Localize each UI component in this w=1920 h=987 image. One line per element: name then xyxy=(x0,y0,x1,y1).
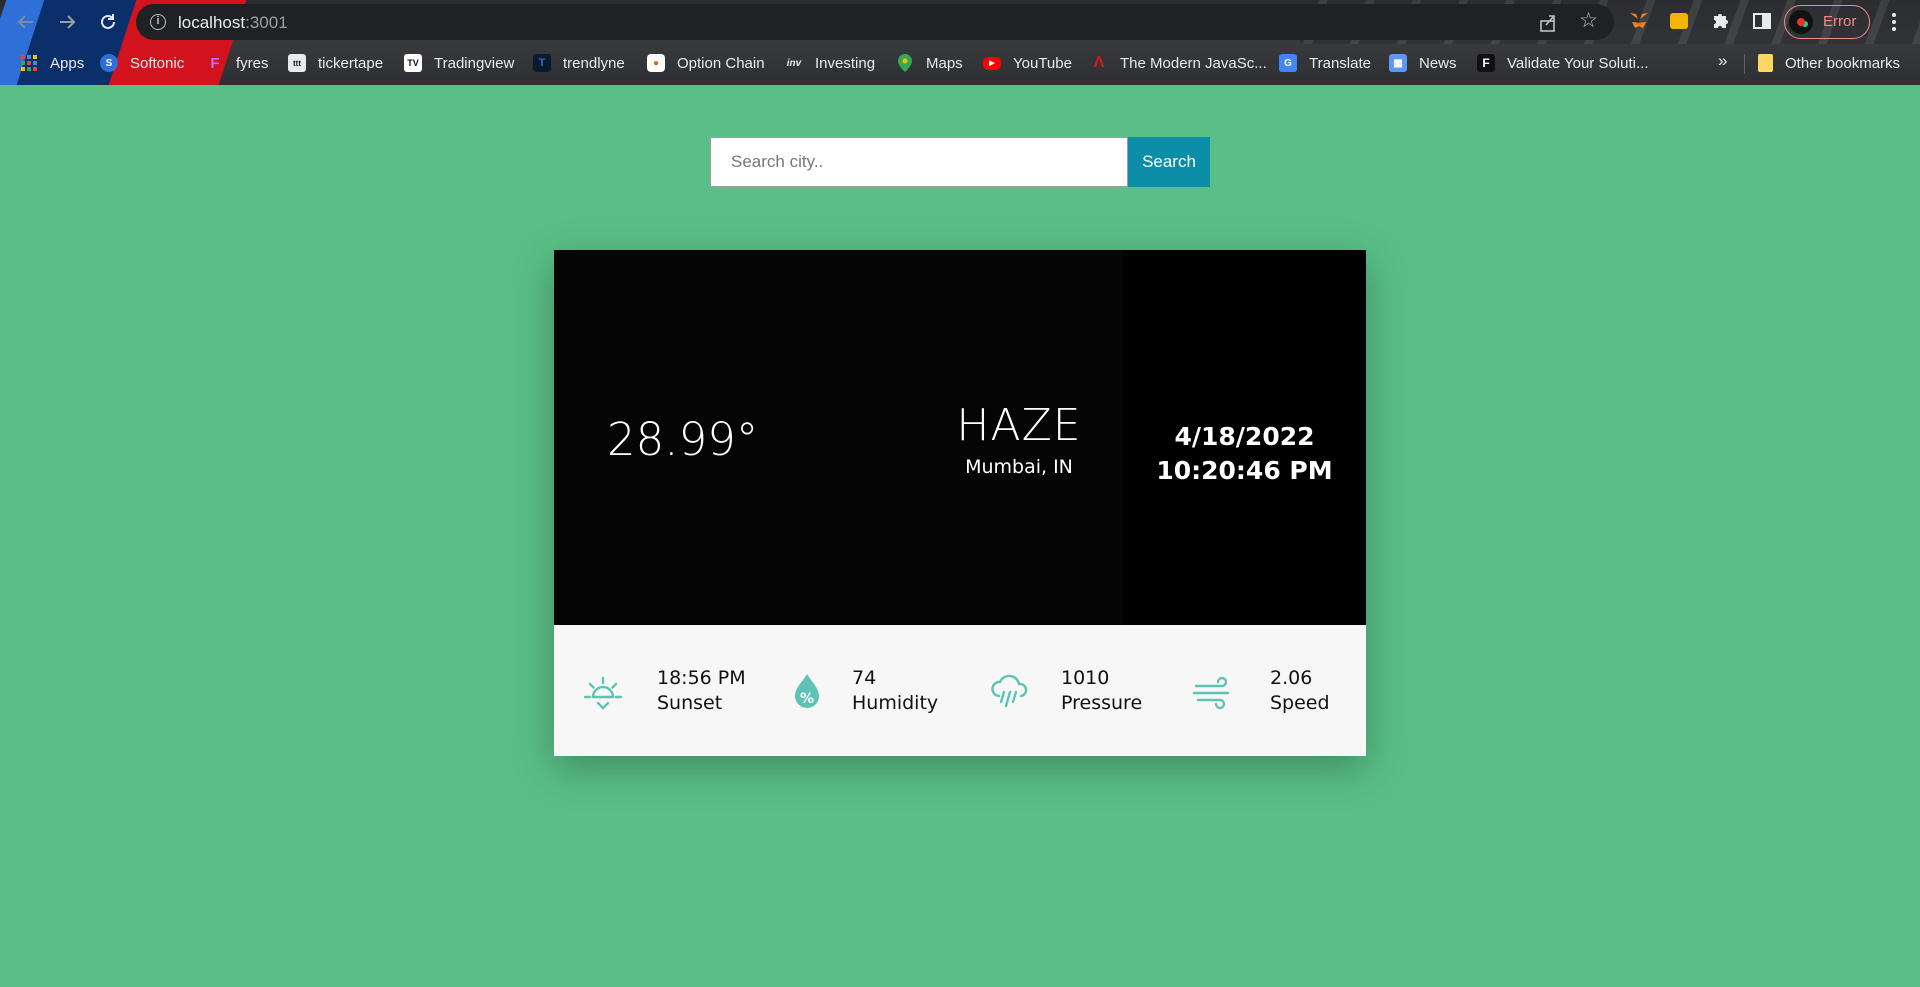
temperature-value: 28.99° xyxy=(607,413,759,466)
bookmarks-separator xyxy=(1744,54,1745,74)
youtube-icon: ▶ xyxy=(983,56,1001,70)
bookmark-label: fyres xyxy=(236,54,269,72)
bookmark-label: Investing xyxy=(815,54,876,72)
extensions-puzzle-icon[interactable] xyxy=(1710,10,1732,32)
bookmark-label: Option Chain xyxy=(677,54,765,72)
javascript-info-icon: Λ xyxy=(1093,54,1105,71)
stat-humidity: % 74 Humidity xyxy=(786,625,976,756)
reload-button[interactable] xyxy=(96,10,120,34)
bookmark-fyres[interactable]: F fyres xyxy=(206,51,269,75)
bookmark-trendlyne[interactable]: T trendlyne xyxy=(533,51,625,75)
bookmark-tickertape[interactable]: ttt tickertape xyxy=(288,51,383,75)
other-bookmarks[interactable]: Other bookmarks xyxy=(1758,51,1900,75)
weather-stats-bar: 18:56 PM Sunset % 74 Humidity 1010 Press… xyxy=(554,625,1366,756)
side-panel-icon[interactable] xyxy=(1751,10,1773,32)
bookmarks-overflow-button[interactable]: » xyxy=(1718,51,1727,71)
notes-extension-icon[interactable] xyxy=(1670,13,1688,29)
weather-card: 28.99° HAZE Mumbai, IN 4/18/2022 10:20:4… xyxy=(554,250,1366,756)
tradingview-icon: TV xyxy=(404,54,422,72)
metamask-fox-icon[interactable] xyxy=(1628,10,1650,32)
bookmark-apps[interactable]: Apps xyxy=(20,51,84,75)
bookmark-tradingview[interactable]: TV Tradingview xyxy=(404,51,514,75)
profile-error-label: Error xyxy=(1823,13,1857,30)
address-url[interactable]: localhost:3001 xyxy=(178,13,288,33)
bookmark-news[interactable]: ▦ News xyxy=(1389,51,1457,75)
current-time: 10:20:46 PM xyxy=(1156,456,1333,485)
wind-icon xyxy=(1192,676,1230,710)
bookmark-youtube[interactable]: ▶ YouTube xyxy=(983,51,1072,75)
bookmark-label: Apps xyxy=(50,54,85,72)
humidity-label: Humidity xyxy=(852,692,939,714)
city-search-form: Search xyxy=(710,137,1210,187)
share-icon[interactable] xyxy=(1538,13,1558,33)
sunset-icon xyxy=(583,676,623,710)
bookmark-maps[interactable]: Maps xyxy=(896,51,963,75)
current-date: 4/18/2022 xyxy=(1174,422,1315,451)
bookmark-investing[interactable]: inv Investing xyxy=(785,51,875,75)
weather-card-main: 28.99° HAZE Mumbai, IN 4/18/2022 10:20:4… xyxy=(554,250,1366,625)
bookmark-label: Softonic xyxy=(130,54,185,72)
softonic-icon: S xyxy=(100,54,118,72)
forward-button[interactable] xyxy=(55,10,79,34)
bookmark-label: Maps xyxy=(926,54,963,72)
bookmark-validate[interactable]: F Validate Your Soluti... xyxy=(1477,51,1649,75)
profile-avatar xyxy=(1789,10,1813,34)
maps-icon xyxy=(896,54,914,72)
humidity-value: 74 xyxy=(852,667,877,689)
translate-icon: G xyxy=(1279,54,1297,72)
arrow-right-icon xyxy=(60,15,76,29)
profile-error-button[interactable]: Error xyxy=(1784,5,1870,39)
bookmark-label: The Modern JavaSc... xyxy=(1120,54,1267,72)
wind-speed-value: 2.06 xyxy=(1270,667,1313,689)
bookmark-label: tickertape xyxy=(318,54,384,72)
bookmark-modern-javascript[interactable]: Λ The Modern JavaSc... xyxy=(1090,51,1267,75)
stat-wind-speed: 2.06 Speed xyxy=(1192,625,1362,756)
city-search-input[interactable] xyxy=(710,137,1128,187)
wind-speed-label: Speed xyxy=(1270,692,1330,714)
pressure-label: Pressure xyxy=(1061,692,1143,714)
stat-sunset: 18:56 PM Sunset xyxy=(582,625,772,756)
address-bar[interactable]: i localhost:3001 ☆ xyxy=(136,4,1614,40)
bookmark-label: News xyxy=(1419,54,1457,72)
tickertape-icon: ttt xyxy=(288,54,306,72)
search-button[interactable]: Search xyxy=(1128,137,1210,187)
sunset-label: Sunset xyxy=(657,692,723,714)
sunset-value: 18:56 PM xyxy=(657,667,746,689)
site-info-icon[interactable]: i xyxy=(150,14,166,30)
rain-cloud-icon xyxy=(991,674,1028,708)
folder-icon xyxy=(1758,54,1773,72)
other-bookmarks-label: Other bookmarks xyxy=(1785,54,1901,72)
stat-pressure: 1010 Pressure xyxy=(989,625,1179,756)
back-button[interactable] xyxy=(14,10,38,34)
bookmark-softonic[interactable]: S Softonic xyxy=(100,51,184,75)
url-port: :3001 xyxy=(245,13,288,32)
pressure-value: 1010 xyxy=(1061,667,1110,689)
bookmark-star-icon[interactable]: ☆ xyxy=(1579,10,1598,31)
bookmark-option-chain[interactable]: ● Option Chain xyxy=(647,51,765,75)
browser-chrome: i localhost:3001 ☆ Error Apps S Softonic… xyxy=(0,0,1920,85)
bookmark-label: Translate xyxy=(1309,54,1371,72)
investing-icon: inv xyxy=(786,57,802,69)
fyres-icon: F xyxy=(210,54,220,72)
bookmark-label: trendlyne xyxy=(563,54,625,72)
reload-icon xyxy=(101,14,115,29)
bookmarks-bar: Apps S Softonic F fyres ttt tickertape T… xyxy=(0,46,1920,80)
url-host: localhost xyxy=(178,13,246,32)
humidity-icon: % xyxy=(795,674,819,708)
apps-grid-icon xyxy=(20,55,38,71)
bookmark-translate[interactable]: G Translate xyxy=(1279,51,1371,75)
bookmark-label: Validate Your Soluti... xyxy=(1507,54,1649,72)
trendlyne-icon: T xyxy=(533,54,551,72)
bookmark-label: YouTube xyxy=(1013,54,1072,72)
validate-icon: F xyxy=(1477,54,1495,72)
bookmark-label: Tradingview xyxy=(434,54,515,72)
arrow-left-icon xyxy=(17,15,33,29)
browser-menu-icon[interactable] xyxy=(1884,10,1904,34)
svg-text:%: % xyxy=(800,691,814,707)
option-chain-icon: ● xyxy=(647,54,665,72)
news-icon: ▦ xyxy=(1389,54,1407,72)
